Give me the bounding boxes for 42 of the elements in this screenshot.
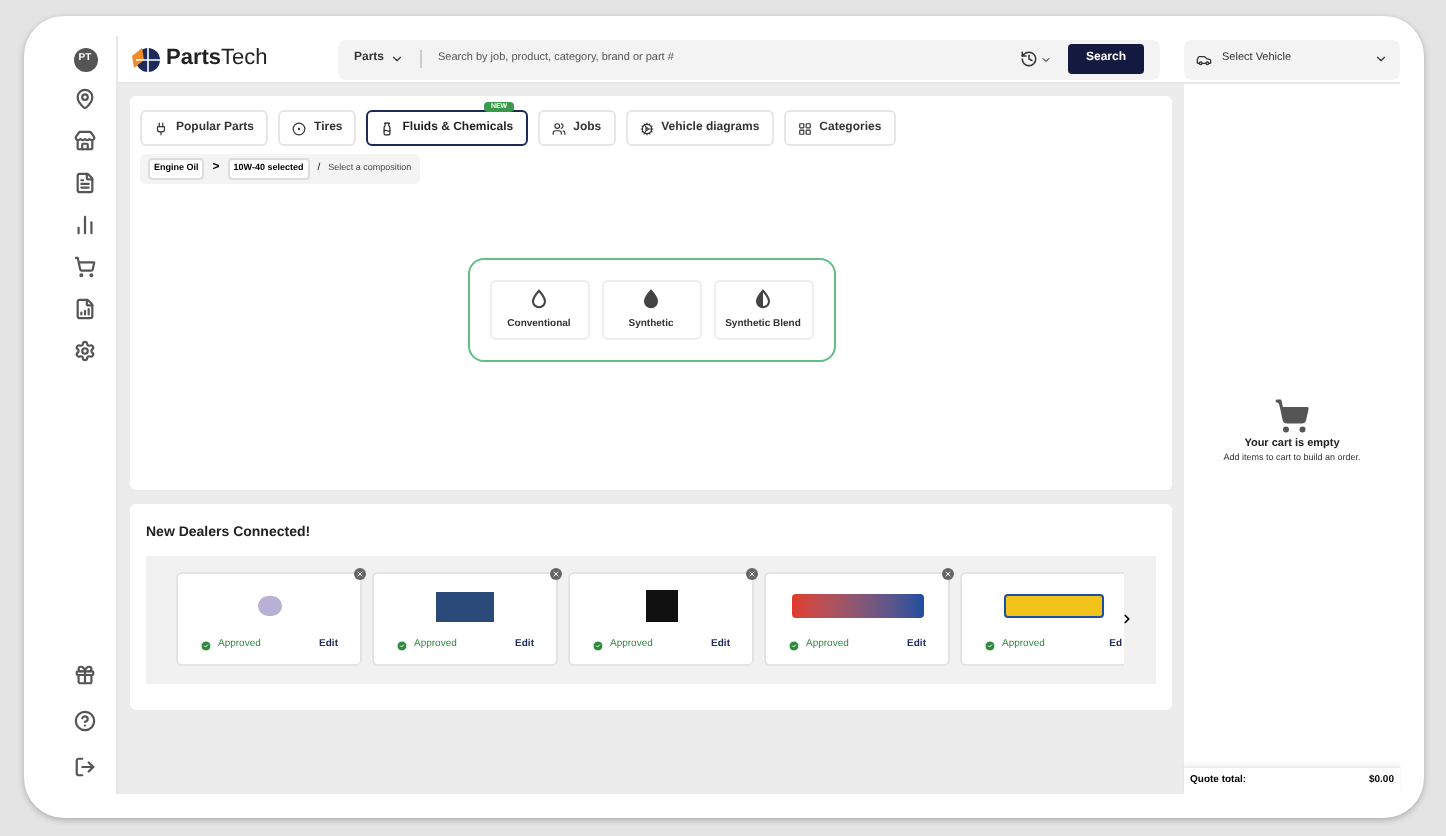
close-icon[interactable] bbox=[746, 568, 758, 580]
document-icon[interactable] bbox=[74, 172, 96, 194]
chart-icon[interactable] bbox=[74, 214, 96, 236]
gift-icon[interactable] bbox=[74, 664, 96, 686]
droplet-outline-icon bbox=[530, 287, 548, 310]
chevron-down-icon bbox=[1040, 53, 1052, 65]
close-icon[interactable] bbox=[942, 568, 954, 580]
check-circle-icon bbox=[396, 639, 408, 652]
plug-icon bbox=[154, 121, 168, 135]
tire-icon bbox=[292, 121, 307, 135]
car-icon bbox=[1196, 51, 1212, 67]
map-pin-icon[interactable] bbox=[74, 88, 96, 110]
check-circle-icon bbox=[592, 639, 604, 652]
check-circle-icon bbox=[788, 639, 800, 652]
bottle-icon bbox=[380, 121, 395, 135]
logo-image bbox=[436, 591, 494, 621]
store-icon[interactable] bbox=[74, 130, 96, 152]
droplet-icon bbox=[642, 287, 660, 310]
chevron-down-icon bbox=[390, 52, 405, 66]
chevron-down-icon bbox=[1374, 52, 1388, 66]
logo-image bbox=[257, 596, 281, 616]
report-icon[interactable] bbox=[74, 298, 96, 320]
cart-icon[interactable] bbox=[74, 256, 96, 278]
history-dropdown[interactable] bbox=[1020, 50, 1052, 68]
logo-image bbox=[645, 590, 677, 622]
half-droplet-icon bbox=[754, 287, 772, 310]
logo-image bbox=[791, 594, 923, 618]
help-icon[interactable] bbox=[74, 710, 96, 732]
history-icon bbox=[1020, 50, 1038, 68]
cart-icon bbox=[1274, 397, 1310, 433]
settings-icon[interactable] bbox=[74, 340, 96, 362]
logo-image bbox=[1003, 594, 1103, 618]
close-icon[interactable] bbox=[354, 568, 366, 580]
check-circle-icon bbox=[200, 639, 212, 652]
logout-icon[interactable] bbox=[74, 756, 96, 778]
cog-icon bbox=[639, 121, 654, 135]
gear-globe-logo-icon bbox=[130, 43, 162, 75]
people-icon bbox=[551, 121, 566, 135]
brand-name: PartsTech bbox=[166, 44, 268, 75]
check-circle-icon bbox=[984, 639, 996, 652]
close-icon[interactable] bbox=[550, 568, 562, 580]
grid-icon bbox=[797, 121, 812, 135]
